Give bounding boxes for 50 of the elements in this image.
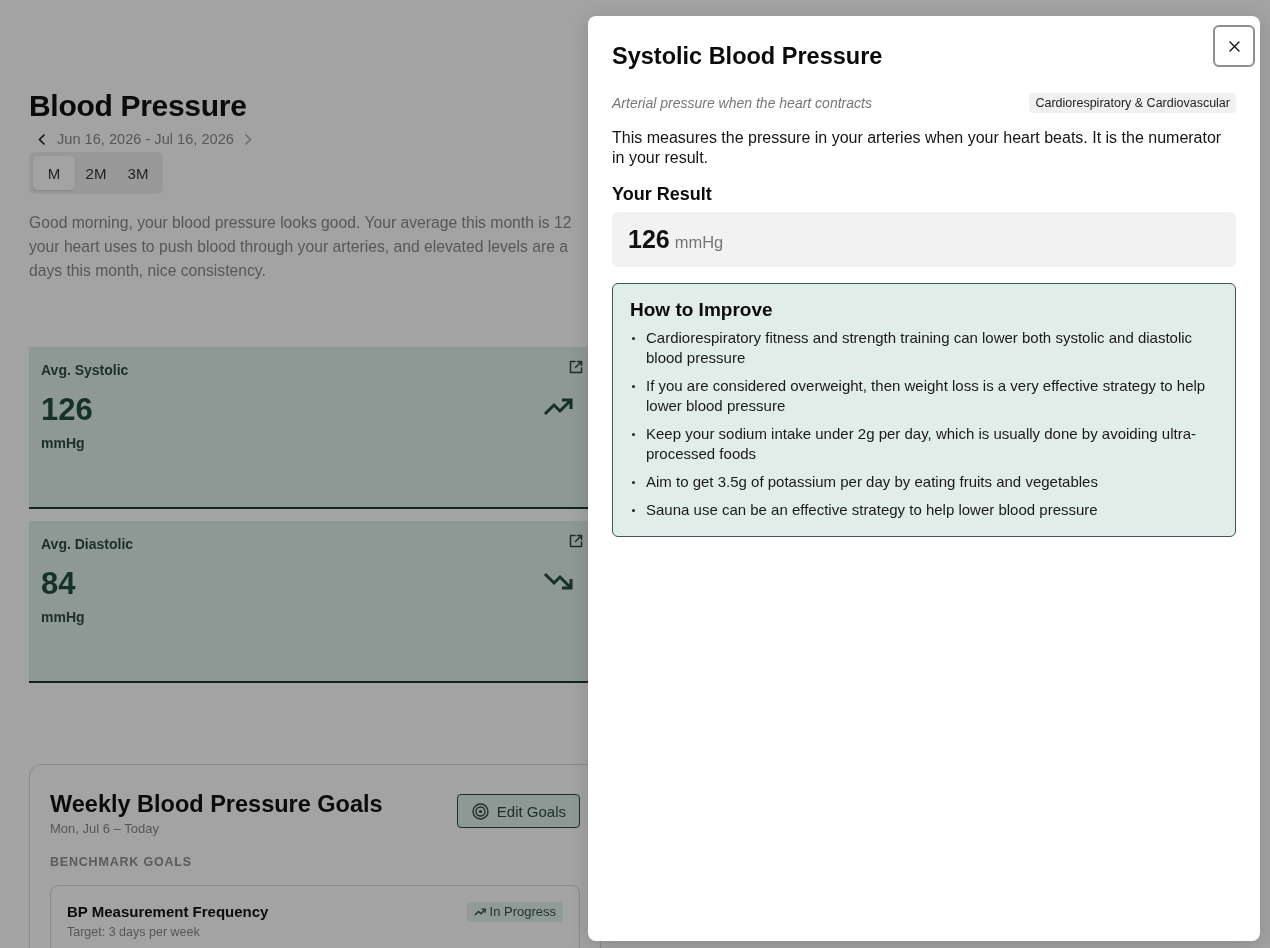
bullet-icon: [632, 433, 635, 436]
external-link-icon[interactable]: [569, 360, 583, 374]
dialog-subtitle: Arterial pressure when the heart contracts: [612, 95, 872, 111]
page-title: Blood Pressure: [29, 89, 247, 123]
goal-name: BP Measurement Frequency: [67, 902, 269, 922]
tip-text: Sauna use can be an effective strategy to help lower blood pressure: [646, 500, 1098, 520]
goals-title: Weekly Blood Pressure Goals: [50, 790, 383, 818]
bullet-icon: [632, 509, 635, 512]
bullet-icon: [632, 385, 635, 388]
metric-label: Avg. Systolic: [41, 361, 129, 379]
period-tab[interactable]: M: [33, 156, 75, 190]
metric-unit: mmHg: [41, 434, 85, 452]
tip-text: If you are considered overweight, then weight loss is a very effective strategy to help lower blood pressure: [646, 376, 1207, 416]
result-heading: Your Result: [612, 183, 712, 206]
trend-up-icon: [473, 908, 486, 916]
tip-text: Aim to get 3.5g of potassium per day by eating fruits and vegetables: [646, 472, 1098, 492]
metric-unit: mmHg: [41, 608, 85, 626]
date-range: Jun 16, 2026 - Jul 16, 2026: [57, 131, 234, 147]
period-tab[interactable]: 3M: [117, 156, 159, 190]
goal-target: Target: 3 days per week: [67, 924, 200, 940]
bullet-icon: [632, 337, 635, 340]
period-tab[interactable]: 2M: [75, 156, 117, 190]
summary-text: Good morning, your blood pressure looks good. Your average this month is 12 your heart uses to push blood through your arteries, and elevated levels are a days this month, nice consistency.: [29, 213, 572, 281]
metric-card[interactable]: Avg. Diastolic 84 mmHg: [29, 521, 588, 683]
dialog-title: Systolic Blood Pressure: [612, 42, 883, 70]
close-button[interactable]: [1213, 25, 1255, 67]
trend-up-icon: [542, 397, 574, 417]
chevron-right-icon: [245, 133, 253, 145]
metric-value: 84: [41, 566, 76, 602]
result-unit: mmHg: [674, 232, 724, 252]
result-value: 126: [628, 225, 670, 254]
category-tag: Cardiorespiratory & Cardiovascular: [1029, 93, 1236, 113]
chevron-left-icon: [37, 133, 45, 145]
metric-card[interactable]: Avg. Systolic 126 mmHg: [29, 347, 588, 509]
edit-goals-button[interactable]: Edit Goals: [456, 794, 580, 828]
close-icon: [1228, 40, 1240, 52]
section-label: BENCHMARK GOALS: [50, 855, 192, 869]
status-text: In Progress: [489, 904, 556, 920]
goal-card[interactable]: BP Measurement Frequency Target: 3 days per week In Progress: [50, 885, 580, 948]
metric-label: Avg. Diastolic: [41, 535, 134, 553]
external-link-icon[interactable]: [569, 534, 583, 548]
dialog-description: This measures the pressure in your arteries when your heart beats. It is the numerator in your result.: [612, 128, 1223, 168]
goals-date: Mon, Jul 6 – Today: [50, 821, 159, 837]
metric-value: 126: [41, 392, 93, 428]
tip-text: Keep your sodium intake under 2g per day, which is usually done by avoiding ultra-processed foods: [646, 424, 1198, 464]
tip-text: Cardiorespiratory fitness and strength training can lower both systolic and diastolic blood pressure: [646, 328, 1194, 368]
bullet-icon: [632, 481, 635, 484]
improve-title: How to Improve: [630, 298, 774, 322]
trend-down-icon: [542, 571, 574, 591]
target-icon: [471, 802, 489, 820]
